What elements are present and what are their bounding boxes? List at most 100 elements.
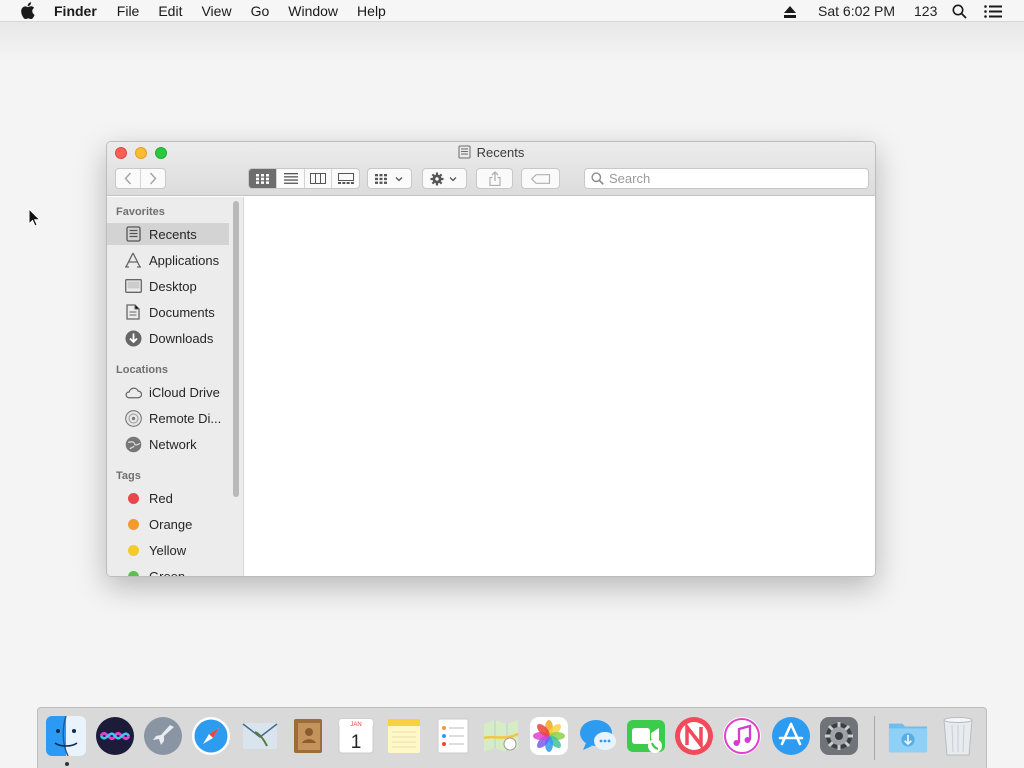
menu-clock[interactable]: Sat 6:02 PM <box>818 3 895 19</box>
sidebar-item-downloads[interactable]: Downloads <box>107 327 229 349</box>
sidebar-item-desktop[interactable]: Desktop <box>107 275 229 297</box>
sidebar-item-icloud-drive[interactable]: iCloud Drive <box>107 381 229 403</box>
siri-icon[interactable] <box>95 716 135 756</box>
sidebar-item-label: Network <box>149 436 197 452</box>
calendar-month: JAN <box>350 722 361 728</box>
notification-list-icon[interactable] <box>984 5 1002 21</box>
photos-icon[interactable] <box>529 716 569 756</box>
list-icon <box>283 173 298 184</box>
sidebar-item-label: Yellow <box>149 542 187 558</box>
menu-window[interactable]: Window <box>288 3 338 19</box>
share-icon <box>488 171 501 186</box>
recents-icon <box>124 225 142 243</box>
gallery-icon <box>337 173 354 184</box>
dock: JAN 1 <box>37 707 987 768</box>
spotlight-icon[interactable] <box>952 4 967 22</box>
chevron-left-icon <box>124 172 132 185</box>
sidebar-item-label: Documents <box>149 304 215 320</box>
gallery-view-button[interactable] <box>331 169 359 188</box>
sidebar-item-label: Downloads <box>149 330 214 346</box>
running-indicator <box>65 762 69 766</box>
window-title: Recents <box>107 145 875 162</box>
sidebar-item-label: Recents <box>149 226 197 242</box>
edit-tags-button[interactable] <box>521 168 560 189</box>
sidebar: Favorites Recents Applications Desktop D… <box>107 197 244 577</box>
menu-bar: Finder File Edit View Go Window Help Sat… <box>0 0 1024 22</box>
menu-help[interactable]: Help <box>357 3 386 19</box>
view-mode-control <box>248 168 360 189</box>
sidebar-item-label: Orange <box>149 516 193 532</box>
red-tag-dot-icon <box>128 492 139 504</box>
search-field[interactable]: Search <box>584 168 869 189</box>
sidebar-item-remote-disc[interactable]: Remote Di... <box>107 407 229 429</box>
calendar-day: 1 <box>351 732 362 753</box>
reminders-icon[interactable] <box>433 716 473 756</box>
file-browser-content[interactable] <box>245 197 875 576</box>
launchpad-icon[interactable] <box>143 716 183 756</box>
group-by-button[interactable] <box>367 168 412 189</box>
finder-icon[interactable] <box>46 716 86 756</box>
menu-file[interactable]: File <box>117 3 140 19</box>
yellow-tag-dot-icon <box>128 544 139 556</box>
contacts-icon[interactable] <box>288 716 328 756</box>
list-view-button[interactable] <box>276 169 304 188</box>
sidebar-item-applications[interactable]: Applications <box>107 249 229 271</box>
calendar-icon[interactable]: JAN 1 <box>336 716 376 756</box>
sidebar-item-recents[interactable]: Recents <box>107 223 229 245</box>
menu-go[interactable]: Go <box>251 3 270 19</box>
input-source-indicator[interactable]: 123 <box>914 3 937 19</box>
system-preferences-icon[interactable] <box>819 716 859 756</box>
search-icon <box>591 172 604 185</box>
sidebar-heading-locations: Locations <box>116 364 168 376</box>
remote-disc-icon <box>124 409 142 427</box>
app-store-icon[interactable] <box>771 716 811 756</box>
mouse-cursor-icon <box>28 207 41 232</box>
sidebar-tag-orange[interactable]: Orange <box>107 513 229 535</box>
sidebar-tag-red[interactable]: Red <box>107 487 229 509</box>
menu-edit[interactable]: Edit <box>158 3 182 19</box>
sidebar-item-label: Green <box>149 568 186 577</box>
eject-icon[interactable] <box>783 5 797 21</box>
trash-icon[interactable] <box>938 716 978 756</box>
column-view-button[interactable] <box>303 169 332 188</box>
menu-app-finder[interactable]: Finder <box>54 3 97 19</box>
messages-icon[interactable] <box>578 716 618 756</box>
mail-icon[interactable] <box>240 716 280 756</box>
tag-icon <box>530 173 550 184</box>
desktop-icon <box>124 277 142 295</box>
maps-icon[interactable] <box>481 716 521 756</box>
news-icon[interactable] <box>674 716 714 756</box>
green-tag-dot-icon <box>128 570 139 576</box>
recents-icon <box>458 145 471 162</box>
safari-icon[interactable] <box>191 716 231 756</box>
icon-view-button[interactable] <box>249 169 277 188</box>
sidebar-item-label: Desktop <box>149 278 197 294</box>
gear-icon <box>430 172 456 185</box>
icloud-icon <box>124 383 142 401</box>
share-button[interactable] <box>476 168 513 189</box>
action-menu-button[interactable] <box>422 168 467 189</box>
desktop-background <box>0 22 1024 62</box>
downloads-folder-icon[interactable] <box>888 716 928 756</box>
itunes-icon[interactable] <box>722 716 762 756</box>
sidebar-scrollbar[interactable] <box>233 201 239 497</box>
sidebar-tag-green[interactable]: Green <box>107 565 229 577</box>
notes-icon[interactable] <box>384 716 424 756</box>
finder-window: Recents Search Favorites Recents Applica… <box>106 141 876 577</box>
back-button[interactable] <box>116 169 140 188</box>
window-toolbar: Recents Search <box>107 142 875 196</box>
sidebar-item-label: iCloud Drive <box>149 384 220 400</box>
orange-tag-dot-icon <box>128 518 139 530</box>
forward-button[interactable] <box>140 169 165 188</box>
sidebar-item-label: Applications <box>149 252 220 268</box>
sidebar-item-network[interactable]: Network <box>107 433 229 455</box>
sidebar-item-label: Red <box>149 490 173 506</box>
chevron-right-icon <box>150 172 157 185</box>
sidebar-tag-yellow[interactable]: Yellow <box>107 539 229 561</box>
group-grid-chevron-icon <box>374 173 402 184</box>
menu-view[interactable]: View <box>201 3 231 19</box>
apple-icon[interactable] <box>20 2 36 19</box>
facetime-icon[interactable] <box>626 716 666 756</box>
columns-icon <box>310 173 327 184</box>
sidebar-item-documents[interactable]: Documents <box>107 301 229 323</box>
